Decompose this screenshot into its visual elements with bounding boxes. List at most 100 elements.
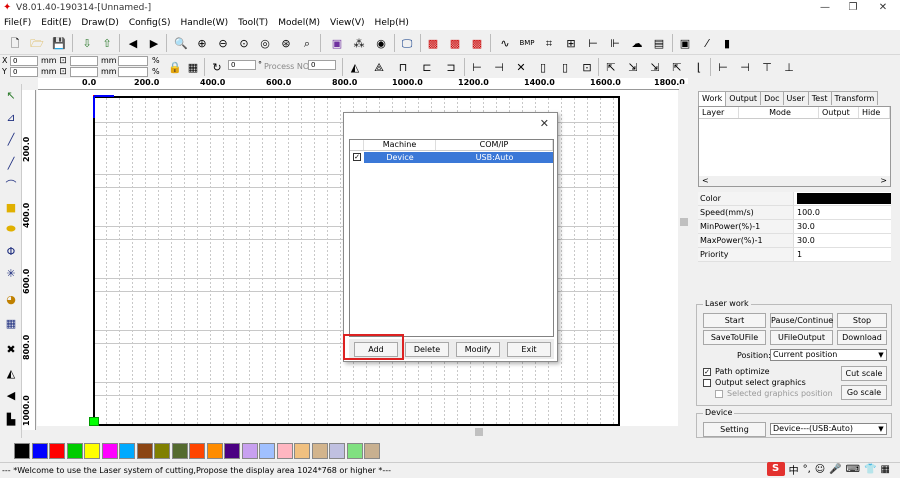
tab-transform[interactable]: Transform	[830, 91, 879, 105]
rotate-angle-input[interactable]: 0	[228, 60, 256, 70]
col-hide[interactable]: Hide	[859, 107, 890, 118]
palette-color-swatch[interactable]	[364, 443, 380, 459]
curve-icon[interactable]: ⌒	[2, 176, 20, 194]
palette-color-swatch[interactable]	[259, 443, 275, 459]
exit-button[interactable]: Exit	[507, 342, 551, 357]
save-to-ufile-button[interactable]: SaveToUFile	[703, 330, 766, 345]
palette-color-swatch[interactable]	[241, 443, 258, 459]
palette-color-swatch[interactable]	[119, 443, 135, 459]
process-no-input[interactable]: 0	[308, 60, 336, 70]
col-machine[interactable]: Machine	[364, 140, 436, 150]
redo-icon[interactable]: ▶	[145, 34, 163, 52]
go-scale-button[interactable]: Go scale	[841, 385, 887, 400]
node-edit-icon[interactable]: ⁂	[350, 34, 368, 52]
restore-button[interactable]: ❐	[838, 0, 868, 15]
download-button[interactable]: Download	[837, 330, 887, 345]
stop-button[interactable]: Stop	[837, 313, 887, 328]
dialog-close-icon[interactable]: ✕	[540, 117, 549, 130]
camera-icon[interactable]: ▣	[676, 34, 694, 52]
menu-handle[interactable]: Handle(W)	[181, 18, 229, 28]
palette-color-swatch[interactable]	[224, 443, 240, 459]
node-arrow-icon[interactable]: ⊿	[2, 108, 20, 126]
palette-color-swatch[interactable]	[311, 443, 328, 459]
layer-color-swatch[interactable]	[797, 193, 891, 204]
tab-doc[interactable]: Doc	[760, 91, 784, 105]
menu-tool[interactable]: Tool(T)	[238, 18, 268, 28]
import-icon[interactable]: ⇩	[78, 34, 96, 52]
width-percent-input[interactable]	[118, 56, 148, 66]
cut-scale-button[interactable]: Cut scale	[841, 366, 887, 381]
array-layout-icon[interactable]: ▩	[468, 34, 486, 52]
same-size-icon[interactable]: ⊡	[578, 58, 596, 76]
arrow-nw-icon[interactable]: ⇱	[602, 58, 620, 76]
new-file-icon[interactable]: 🗋	[6, 34, 24, 52]
mirror-tool-icon[interactable]: ◭	[2, 364, 20, 382]
toolbox-grid-icon[interactable]: ▦	[881, 464, 890, 475]
align-cross-icon[interactable]: ⊣	[490, 58, 508, 76]
frame-icon[interactable]: ▤	[650, 34, 668, 52]
align-page-icon[interactable]: ⊐	[442, 58, 460, 76]
output-selected-checkbox[interactable]	[703, 379, 711, 387]
layer-list-scrollbar[interactable]: < >	[699, 176, 890, 186]
menu-edit[interactable]: Edit(E)	[41, 18, 71, 28]
punctuation-icon[interactable]: °,	[803, 464, 811, 475]
tab-output[interactable]: Output	[725, 91, 762, 105]
width-input[interactable]	[70, 56, 98, 66]
pause-continue-button[interactable]: Pause/Continue	[770, 313, 833, 328]
open-folder-icon[interactable]: 🗁	[28, 34, 46, 52]
menu-config[interactable]: Config(S)	[129, 18, 171, 28]
monitor-icon[interactable]: 🖵	[398, 34, 416, 52]
priority-value[interactable]: 1	[794, 248, 891, 261]
check-close-icon[interactable]: ⌗	[540, 34, 558, 52]
palette-color-swatch[interactable]	[66, 443, 83, 459]
grid-array-icon[interactable]: ▦	[2, 314, 20, 332]
col-output[interactable]: Output	[819, 107, 859, 118]
arrow-se-icon[interactable]: ⇲	[646, 58, 664, 76]
position-select[interactable]: Current position ▼	[770, 349, 887, 361]
minimize-button[interactable]: —	[810, 0, 840, 15]
emoji-icon[interactable]: ☺	[815, 464, 825, 475]
align-top-edge-icon[interactable]: ⊤	[758, 58, 776, 76]
menu-view[interactable]: View(V)	[330, 18, 365, 28]
col-layer[interactable]: Layer	[699, 107, 739, 118]
cut-point-icon[interactable]: ◉	[372, 34, 390, 52]
menu-file[interactable]: File(F)	[4, 18, 31, 28]
device-row-checkbox[interactable]: ✓	[353, 153, 361, 161]
bitmap-icon[interactable]: BMP	[518, 34, 536, 52]
mirror-h-icon[interactable]: ◭	[346, 58, 364, 76]
point-icon[interactable]: ✳	[2, 264, 20, 282]
palette-color-swatch[interactable]	[346, 443, 363, 459]
select-node-icon[interactable]: ▣	[328, 34, 346, 52]
undo-icon[interactable]: ◀	[124, 34, 142, 52]
rotate-icon[interactable]: ↻	[208, 58, 226, 76]
path-optimize-checkbox[interactable]: ✓	[703, 368, 711, 376]
array-copy-icon[interactable]: ▩	[446, 34, 464, 52]
scroll-left-icon[interactable]: <	[702, 176, 709, 186]
palette-color-swatch[interactable]	[294, 443, 310, 459]
zoom-page-icon[interactable]: ◎	[256, 34, 274, 52]
palette-color-swatch[interactable]	[154, 443, 170, 459]
palette-color-swatch[interactable]	[49, 443, 65, 459]
canvas-horizontal-scrollbar[interactable]	[37, 427, 678, 437]
close-window-button[interactable]: ✕	[868, 0, 898, 15]
canvas-vertical-scrollbar[interactable]	[679, 84, 689, 428]
lock-y-icon[interactable]: ⊡	[57, 66, 69, 78]
y-position-input[interactable]: 0	[10, 67, 38, 77]
palette-color-swatch[interactable]	[276, 443, 293, 459]
ufile-output-button[interactable]: UFileOutput	[770, 330, 833, 345]
laser-head-marker[interactable]	[89, 417, 99, 426]
combine-icon[interactable]: ⊞	[562, 34, 580, 52]
selected-position-checkbox[interactable]	[715, 390, 723, 398]
sogou-ime-icon[interactable]: S	[766, 462, 785, 476]
hscroll-thumb[interactable]	[475, 428, 483, 436]
palette-color-swatch[interactable]	[206, 443, 223, 459]
export-icon[interactable]: ⇧	[98, 34, 116, 52]
ruler-tool-icon[interactable]: ▮	[718, 34, 736, 52]
device-list[interactable]: Machine COM/IP ✓ Device USB:Auto	[349, 139, 554, 337]
flip-tool-icon[interactable]: ◀	[2, 386, 20, 404]
modify-button[interactable]: Modify	[456, 342, 500, 357]
color-swatch-cell[interactable]	[794, 192, 891, 205]
magic-wand-icon[interactable]: ⁄	[698, 34, 716, 52]
select-arrow-icon[interactable]: ↖	[2, 86, 20, 104]
polyline-icon[interactable]: ╱	[2, 154, 20, 172]
